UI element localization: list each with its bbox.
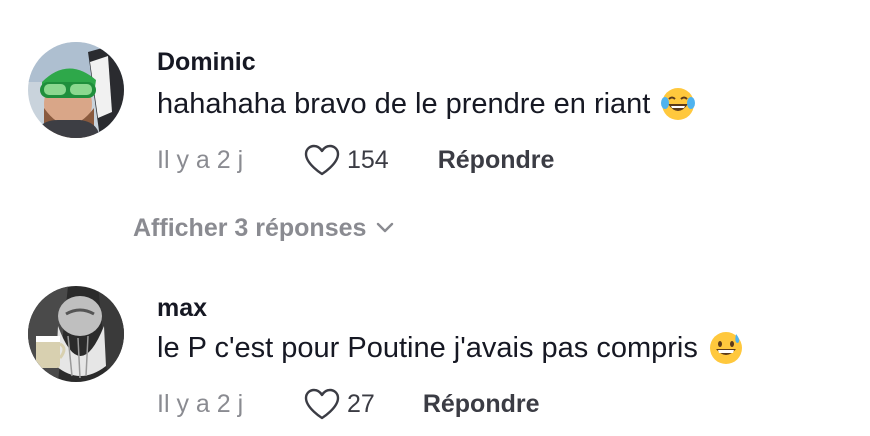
chevron-down-icon [366,222,394,234]
reply-button[interactable]: Répondre [438,146,555,175]
like-button[interactable]: 27 [303,387,375,421]
like-count: 27 [347,389,375,418]
comment-body: hahahaha bravo de le prendre en riant [157,87,651,120]
comment-item: Dominic hahahaha bravo de le prendre en … [0,0,870,200]
comment-text: le P c'est pour Poutine j'avais pas comp… [157,330,744,366]
comment-timestamp: Il y a 2 j [157,145,244,174]
comment-username[interactable]: max [157,294,207,323]
avatar[interactable] [28,42,124,138]
reply-button[interactable]: Répondre [423,390,540,419]
face-with-tears-of-joy-emoji [660,86,696,122]
like-count: 154 [347,145,389,174]
view-replies-button[interactable]: Afficher 3 réponses [133,210,394,246]
view-replies-label: Afficher 3 réponses [133,213,367,242]
heart-icon [303,143,341,177]
comment-username[interactable]: Dominic [157,48,256,77]
avatar[interactable] [28,286,124,382]
heart-icon [303,387,341,421]
comment-meta: Il y a 2 j 27 Répondre [157,387,540,421]
like-button[interactable]: 154 [303,143,389,177]
grinning-face-with-sweat-emoji [708,330,744,366]
comment-item: max le P c'est pour Poutine j'avais pas … [0,270,870,436]
comment-timestamp: Il y a 2 j [157,389,244,418]
comment-text: hahahaha bravo de le prendre en riant [157,86,696,122]
comment-meta: Il y a 2 j 154 Répondre [157,143,554,177]
comment-body: le P c'est pour Poutine j'avais pas comp… [157,331,698,364]
